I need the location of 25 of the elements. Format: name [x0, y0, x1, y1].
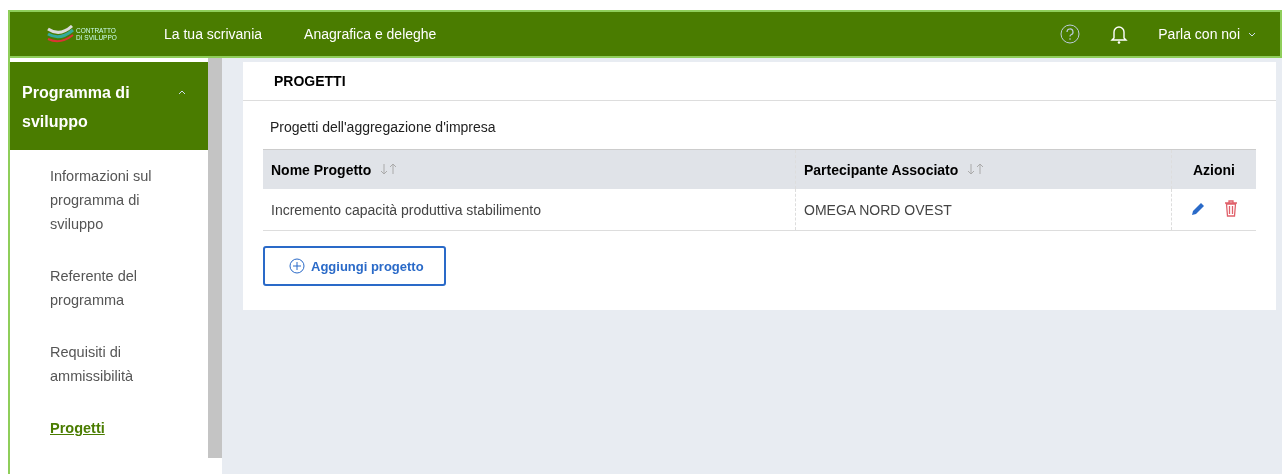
- trash-icon[interactable]: [1224, 199, 1238, 217]
- table-cell: OMEGA NORD OVEST: [795, 189, 1172, 231]
- sidebar-link[interactable]: Progetti: [50, 416, 180, 440]
- sidebar-link[interactable]: Informazioni sul programma di sviluppo: [50, 164, 180, 236]
- nav-link[interactable]: Anagrafica e deleghe: [304, 26, 437, 42]
- chevron-down-icon: [1248, 31, 1256, 37]
- sidebar-section-header[interactable]: Programma di sviluppo: [10, 62, 208, 150]
- logo-icon: [46, 25, 76, 43]
- add-project-button[interactable]: Aggiungi progetto: [263, 246, 446, 286]
- bell-icon[interactable]: [1110, 24, 1129, 44]
- sidebar-link[interactable]: Requisiti di ammissibilità: [50, 340, 180, 388]
- contact-menu[interactable]: Parla con noi: [1158, 26, 1256, 42]
- column-header[interactable]: Nome Progetto: [263, 149, 796, 189]
- chevron-up-icon: [178, 90, 186, 95]
- sidebar-link[interactable]: Referente del programma: [50, 264, 180, 312]
- panel-subtitle: Progetti dell'aggregazione d'impresa: [269, 118, 497, 137]
- nav-link[interactable]: La tua scrivania: [164, 26, 263, 42]
- column-header[interactable]: Partecipante Associato: [795, 149, 1172, 189]
- table-cell: Incremento capacità produttiva stabilimento: [263, 189, 796, 231]
- plus-circle-icon: [289, 258, 305, 274]
- column-header: Azioni: [1171, 149, 1256, 189]
- help-icon[interactable]: [1060, 24, 1081, 44]
- scrollbar[interactable]: [208, 58, 222, 458]
- panel-title: PROGETTI: [243, 62, 1276, 101]
- pencil-icon[interactable]: [1190, 200, 1206, 217]
